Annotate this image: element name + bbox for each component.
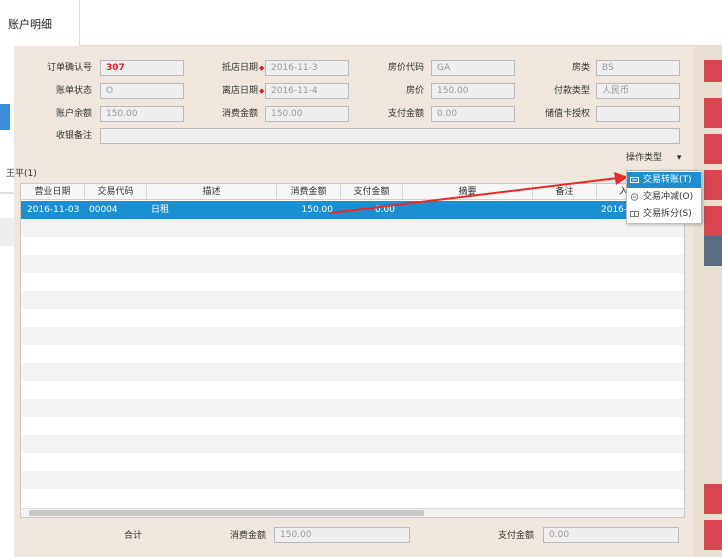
table-row[interactable] [21, 381, 684, 399]
cell-date: 2016-11-03 [27, 205, 80, 215]
footer-paid-field[interactable]: 0.00 [543, 527, 679, 543]
remark-field[interactable] [100, 128, 680, 144]
price-field[interactable]: 150.00 [431, 83, 515, 99]
remark-label: 收银备注 [55, 131, 92, 141]
operation-menu: 交易转账(T) 交易冲减(O) 交易拆分(S) [626, 170, 702, 224]
pay-type-field[interactable]: 人民币 [596, 83, 680, 99]
rate-code-field[interactable]: GA [431, 60, 515, 76]
left-edge-block [0, 218, 14, 246]
consume-field[interactable]: 150.00 [265, 106, 349, 122]
menu-item-split[interactable]: 交易拆分(S) [627, 206, 701, 222]
chevron-down-icon: ▾ [676, 153, 682, 163]
transfer-icon [630, 177, 639, 183]
required-icon: ◆ [259, 87, 265, 95]
room-type-field[interactable]: BS [596, 60, 680, 76]
horizontal-scrollbar[interactable] [21, 508, 684, 517]
price-label: 房价 [405, 86, 424, 96]
table-row[interactable]: 2016-11-03 00004 日租 150.00 0.00 2016- [21, 201, 684, 219]
tab-bar: 账户明细 [0, 0, 722, 46]
side-button-5[interactable] [704, 206, 722, 236]
column-header[interactable]: 支付金额 [341, 184, 403, 200]
table-row[interactable] [21, 273, 684, 291]
footer-paid-label: 支付金额 [498, 531, 535, 541]
balance-field[interactable]: 150.00 [100, 106, 184, 122]
split-icon [630, 211, 639, 217]
tab-label: 账户明细 [8, 18, 52, 31]
table-row[interactable] [21, 291, 684, 309]
operation-type-dropdown[interactable]: 操作类型 ▾ [626, 150, 681, 166]
left-edge-button [0, 104, 10, 130]
table-row[interactable] [21, 489, 684, 507]
rate-code-label: 房价代码 [387, 63, 424, 73]
tab-account-detail[interactable]: 账户明细 [0, 0, 80, 46]
cell-paid: 0.00 [374, 205, 395, 215]
column-header[interactable]: 营业日期 [21, 184, 85, 200]
table-row[interactable] [21, 471, 684, 489]
total-label: 合计 [124, 531, 143, 541]
side-button-2[interactable] [704, 98, 722, 128]
cell-consume: 150.00 [301, 205, 334, 215]
status-field[interactable]: O [100, 83, 184, 99]
table-row[interactable] [21, 453, 684, 471]
menu-item-offset[interactable]: 交易冲减(O) [627, 189, 701, 205]
column-header[interactable]: 备注 [533, 184, 597, 200]
side-button-6[interactable] [704, 236, 722, 266]
menu-item-label: 交易转账(T) [643, 175, 692, 185]
departure-field[interactable]: 2016-11-4 [265, 83, 349, 99]
balance-label: 账户余额 [55, 109, 92, 119]
footer-consume-label: 消费金额 [230, 531, 267, 541]
arrival-field[interactable]: 2016-11-3 [265, 60, 349, 76]
consume-label: 消费金额 [221, 109, 258, 119]
menu-item-label: 交易冲减(O) [643, 192, 694, 202]
right-side-strip [694, 46, 722, 557]
table-header: 营业日期 交易代码 描述 消费金额 支付金额 摘要 备注 入 [21, 184, 684, 200]
table-row[interactable] [21, 363, 684, 381]
guest-name-label: 王平(1) [6, 169, 37, 179]
operation-type-label: 操作类型 [626, 153, 663, 163]
menu-item-label: 交易拆分(S) [643, 209, 692, 219]
cell-in: 2016- [601, 205, 628, 215]
card-auth-label: 储值卡授权 [544, 109, 590, 119]
room-type-label: 房类 [571, 63, 590, 73]
order-no-label: 订单确认号 [46, 63, 92, 73]
table-row[interactable] [21, 255, 684, 273]
paid-field[interactable]: 0.00 [431, 106, 515, 122]
menu-item-transfer[interactable]: 交易转账(T) [627, 172, 701, 188]
table-row[interactable] [21, 309, 684, 327]
status-label: 账单状态 [55, 86, 92, 96]
pay-type-label: 付款类型 [553, 86, 590, 96]
departure-label: 离店日期 [221, 86, 258, 96]
column-header[interactable]: 消费金额 [277, 184, 341, 200]
side-button-4[interactable] [704, 170, 722, 200]
side-button-8[interactable] [704, 520, 722, 550]
card-auth-field[interactable] [596, 106, 680, 122]
required-icon: ◆ [259, 64, 265, 72]
footer-consume-field[interactable]: 150.00 [274, 527, 410, 543]
order-no-field[interactable]: 307 [100, 60, 184, 76]
left-edge-divider [0, 192, 14, 194]
left-window-edge [0, 46, 14, 246]
column-header[interactable]: 交易代码 [85, 184, 147, 200]
side-button-7[interactable] [704, 484, 722, 514]
table-row[interactable] [21, 399, 684, 417]
table-row[interactable] [21, 417, 684, 435]
arrival-label: 抵店日期 [221, 63, 258, 73]
column-header[interactable]: 描述 [147, 184, 277, 200]
table-row[interactable] [21, 435, 684, 453]
cell-code: 00004 [89, 205, 118, 215]
side-button-1[interactable] [704, 60, 722, 82]
column-header[interactable]: 摘要 [403, 184, 533, 200]
table-row[interactable] [21, 327, 684, 345]
table-row[interactable] [21, 345, 684, 363]
side-button-3[interactable] [704, 134, 722, 164]
scrollbar-thumb[interactable] [29, 510, 424, 516]
transaction-table: 营业日期 交易代码 描述 消费金额 支付金额 摘要 备注 入 2016-11-0… [20, 183, 685, 518]
cell-desc: 日租 [151, 205, 170, 215]
offset-icon [630, 193, 639, 201]
paid-label: 支付金额 [387, 109, 424, 119]
table-row[interactable] [21, 237, 684, 255]
table-row[interactable] [21, 219, 684, 237]
